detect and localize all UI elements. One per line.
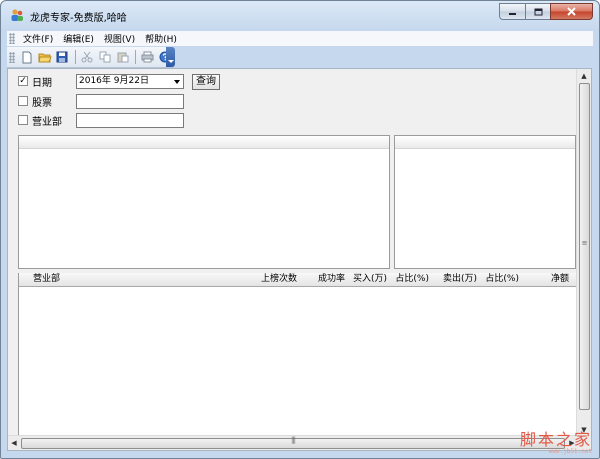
copy-button[interactable] <box>97 49 113 65</box>
scroll-left-icon[interactable]: ◀ <box>8 436 20 450</box>
right-panel-header <box>395 136 575 149</box>
branch-filter-row: 营业部 <box>18 112 62 128</box>
column-header-buy[interactable]: 买入(万) <box>345 273 387 286</box>
column-header-buy-ratio[interactable]: 占比(%) <box>387 273 429 286</box>
branch-label: 营业部 <box>32 116 62 128</box>
print-button[interactable] <box>139 49 155 65</box>
close-button[interactable] <box>550 3 593 20</box>
minimize-button[interactable] <box>499 3 525 20</box>
column-header-success-rate[interactable]: 成功率 <box>303 273 345 286</box>
horizontal-scrollbar[interactable]: ◀ ▶ <box>8 435 578 450</box>
horizontal-scroll-thumb[interactable] <box>21 436 565 449</box>
watermark-main-text: 脚本之家 <box>519 430 592 449</box>
stock-filter-row: 股票 <box>18 93 52 109</box>
toolbar-grip[interactable] <box>9 51 15 63</box>
close-icon <box>567 7 576 16</box>
cut-icon <box>81 51 93 63</box>
cut-button[interactable] <box>79 49 95 65</box>
date-filter-row: ✓ 日期 <box>18 73 52 89</box>
new-file-icon <box>22 51 32 63</box>
right-list-panel[interactable] <box>394 135 576 269</box>
stock-label: 股票 <box>32 97 52 109</box>
title-bar[interactable]: 龙虎专家-免费版,哈哈 <box>1 1 599 29</box>
grid-header: 营业部 上榜次数 成功率 买入(万) 占比(%) 卖出(万) 占比(%) 净额 <box>19 273 576 287</box>
column-header-sell[interactable]: 卖出(万) <box>429 273 477 286</box>
date-picker[interactable]: 2016年 9月22日 <box>76 74 184 89</box>
window-title: 龙虎专家-免费版,哈哈 <box>30 13 127 24</box>
paste-button[interactable] <box>115 49 131 65</box>
toolbar <box>7 47 175 68</box>
copy-icon <box>99 51 111 63</box>
print-icon <box>141 51 154 63</box>
menu-help[interactable]: 帮助(H) <box>141 32 183 45</box>
column-header-branch[interactable]: 营业部 <box>33 273 60 286</box>
column-header-net[interactable]: 净额 <box>519 273 569 286</box>
column-header-sell-ratio[interactable]: 占比(%) <box>477 273 519 286</box>
scroll-up-icon[interactable]: ▲ <box>577 69 591 82</box>
save-icon <box>56 51 68 63</box>
chevron-down-icon[interactable] <box>171 75 183 88</box>
new-button[interactable] <box>19 49 35 65</box>
menu-file[interactable]: 文件(F) <box>19 32 59 45</box>
client-area: ✓ 日期 2016年 9月22日 查询 股票 营业部 营业部 上榜次数 成功率 … <box>7 68 592 451</box>
open-button[interactable] <box>37 49 53 65</box>
branch-checkbox[interactable] <box>18 115 28 125</box>
open-folder-icon <box>37 53 52 63</box>
toolbar-overflow-button[interactable] <box>166 47 175 67</box>
branch-stats-grid[interactable]: 营业部 上榜次数 成功率 买入(万) 占比(%) 卖出(万) 占比(%) 净额 <box>18 273 577 441</box>
date-label: 日期 <box>32 77 52 89</box>
toolbar-separator <box>75 50 77 64</box>
date-checkbox[interactable]: ✓ <box>18 76 28 86</box>
column-header-times[interactable]: 上榜次数 <box>249 273 297 286</box>
watermark-url-text: www.jb51.net <box>548 448 592 455</box>
minimize-icon <box>509 12 516 15</box>
vertical-scrollbar[interactable]: ▲ ▼ <box>576 69 591 436</box>
branch-input[interactable] <box>76 113 184 128</box>
application-window: 龙虎专家-免费版,哈哈 文件(F) 编辑(E) 视图(V) 帮助(H) ✓ 日期… <box>0 0 600 459</box>
menu-grip[interactable] <box>9 33 15 44</box>
toolbar-separator <box>135 50 137 64</box>
left-list-panel[interactable] <box>18 135 390 269</box>
paste-icon <box>117 52 129 63</box>
menu-edit[interactable]: 编辑(E) <box>59 32 100 45</box>
maximize-button[interactable] <box>525 3 550 20</box>
menu-bar: 文件(F) 编辑(E) 视图(V) 帮助(H) <box>7 31 593 46</box>
query-button[interactable]: 查询 <box>192 74 220 90</box>
stock-input[interactable] <box>76 94 184 109</box>
vertical-scroll-thumb[interactable] <box>579 83 590 410</box>
maximize-icon <box>534 8 542 15</box>
save-button[interactable] <box>54 49 70 65</box>
site-watermark: 脚本之家 www.jb51.net <box>519 430 592 456</box>
left-panel-header <box>19 136 389 149</box>
app-people-icon <box>11 9 23 21</box>
date-value: 2016年 9月22日 <box>79 76 149 86</box>
menu-view[interactable]: 视图(V) <box>100 32 141 45</box>
stock-checkbox[interactable] <box>18 96 28 106</box>
caption-buttons <box>499 3 593 21</box>
